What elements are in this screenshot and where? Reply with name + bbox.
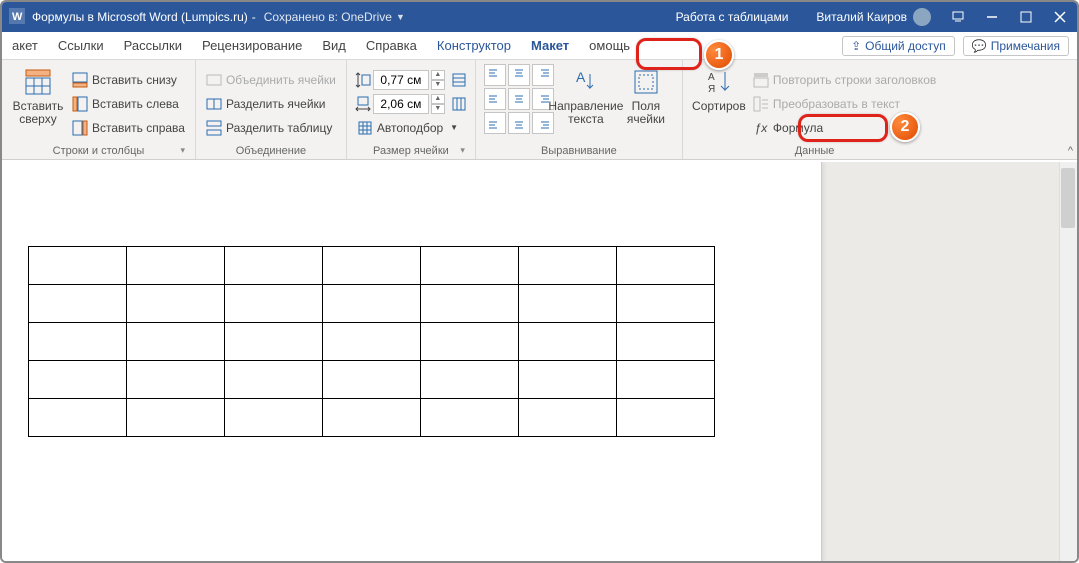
vertical-scrollbar[interactable]	[1059, 162, 1077, 561]
tab-table-layout[interactable]: Макет	[521, 32, 579, 59]
text-direction-icon: A	[570, 66, 602, 98]
split-cells-button[interactable]: Разделить ячейки	[204, 93, 338, 115]
cell-margins-button[interactable]: Поля ячейки	[618, 64, 674, 143]
svg-text:Я: Я	[708, 84, 715, 95]
chevron-down-icon[interactable]: ▼	[396, 12, 405, 22]
sort-icon: AЯ	[703, 66, 735, 98]
svg-text:W: W	[12, 11, 23, 23]
align-mid-left[interactable]	[484, 88, 506, 110]
group-label-merge: Объединение	[204, 143, 338, 157]
insert-left-icon	[72, 96, 88, 112]
table-tools-context: Работа с таблицами	[662, 2, 803, 32]
group-data: AЯ Сортиров Повторить строки заголовков …	[683, 60, 946, 159]
tab-view[interactable]: Вид	[312, 32, 356, 59]
column-width-icon	[355, 96, 371, 112]
group-label-alignment: Выравнивание	[484, 143, 674, 157]
convert-icon	[753, 96, 769, 112]
minimize-button[interactable]	[975, 2, 1009, 32]
tab-page-layout-partial[interactable]: акет	[2, 32, 48, 59]
cell-margins-icon	[630, 66, 662, 98]
svg-text:A: A	[708, 72, 715, 83]
group-label-cell-size: Размер ячейки▾	[355, 143, 467, 157]
share-icon: ⇪	[851, 39, 861, 53]
align-bot-left[interactable]	[484, 112, 506, 134]
row-height-input[interactable]	[373, 70, 429, 90]
autofit-icon	[357, 120, 373, 136]
autofit-button[interactable]: Автоподбор▼	[355, 117, 467, 139]
split-table-button[interactable]: Разделить таблицу	[204, 117, 338, 139]
formula-button[interactable]: ƒxФормула	[751, 117, 938, 139]
width-spin-down[interactable]: ▼	[431, 104, 445, 114]
height-spin-down[interactable]: ▼	[431, 80, 445, 90]
insert-right-icon	[72, 120, 88, 136]
split-table-icon	[206, 120, 222, 136]
document-table[interactable]	[28, 246, 715, 437]
repeat-header-icon	[753, 72, 769, 88]
align-top-right[interactable]	[532, 64, 554, 86]
align-mid-center[interactable]	[508, 88, 530, 110]
distribute-rows-icon[interactable]	[451, 72, 467, 88]
repeat-header-button: Повторить строки заголовков	[751, 69, 938, 91]
dialog-launcher-icon[interactable]: ▾	[180, 145, 185, 156]
svg-text:A: A	[576, 69, 586, 85]
insert-right-button[interactable]: Вставить справа	[70, 117, 187, 139]
insert-left-button[interactable]: Вставить слева	[70, 93, 187, 115]
group-merge: Объединить ячейки Разделить ячейки Разде…	[196, 60, 347, 159]
tab-help[interactable]: Справка	[356, 32, 427, 59]
tab-links[interactable]: Ссылки	[48, 32, 114, 59]
close-button[interactable]	[1043, 2, 1077, 32]
row-height-icon	[355, 72, 371, 88]
dialog-launcher-icon[interactable]: ▾	[460, 145, 465, 156]
group-cell-size: ▲▼ ▲▼ Автоподбор▼ Размер ячейки▾	[347, 60, 476, 159]
align-bot-center[interactable]	[508, 112, 530, 134]
align-top-center[interactable]	[508, 64, 530, 86]
width-spin-up[interactable]: ▲	[431, 94, 445, 104]
height-spin-up[interactable]: ▲	[431, 70, 445, 80]
distribute-cols-icon[interactable]	[451, 96, 467, 112]
ribbon-tabs: акет Ссылки Рассылки Рецензирование Вид …	[2, 32, 1077, 60]
page[interactable]	[2, 162, 822, 561]
save-location[interactable]: Сохранено в: OneDrive	[264, 10, 392, 24]
title-bar: W Формулы в Microsoft Word (Lumpics.ru) …	[2, 2, 1077, 32]
align-top-left[interactable]	[484, 64, 506, 86]
insert-below-button[interactable]: Вставить снизу	[70, 69, 187, 91]
user-account[interactable]: Виталий Каиров	[816, 8, 931, 26]
tab-table-design[interactable]: Конструктор	[427, 32, 521, 59]
text-direction-button[interactable]: A Направление текста	[558, 64, 614, 143]
ribbon: Вставить сверху Вставить снизу Вставить …	[2, 60, 1077, 160]
merge-cells-button: Объединить ячейки	[204, 69, 338, 91]
sort-button[interactable]: AЯ Сортиров	[691, 64, 747, 143]
ribbon-options-button[interactable]	[941, 2, 975, 32]
convert-text-button: Преобразовать в текст	[751, 93, 938, 115]
comments-button[interactable]: 💬 Примечания	[963, 36, 1069, 56]
user-name: Виталий Каиров	[816, 10, 907, 24]
group-rows-columns: Вставить сверху Вставить снизу Вставить …	[2, 60, 196, 159]
share-button[interactable]: ⇪ Общий доступ	[842, 36, 955, 56]
tab-review[interactable]: Рецензирование	[192, 32, 312, 59]
formula-icon: ƒx	[753, 120, 769, 136]
tab-mailings[interactable]: Рассылки	[114, 32, 192, 59]
scroll-thumb[interactable]	[1061, 168, 1075, 228]
column-width-input[interactable]	[373, 94, 429, 114]
group-label-rows-columns: Строки и столбцы▾	[10, 143, 187, 157]
avatar	[913, 8, 931, 26]
tab-tell-me-partial[interactable]: омощь	[579, 32, 640, 59]
insert-above-icon	[22, 66, 54, 98]
document-canvas	[2, 162, 1077, 561]
insert-above-button[interactable]: Вставить сверху	[10, 64, 66, 143]
chevron-down-icon: ▼	[450, 123, 458, 132]
document-title: Формулы в Microsoft Word (Lumpics.ru)	[32, 10, 248, 24]
insert-below-icon	[72, 72, 88, 88]
group-alignment: A Направление текста Поля ячейки Выравни…	[476, 60, 683, 159]
merge-icon	[206, 72, 222, 88]
word-icon: W	[2, 8, 32, 27]
split-cells-icon	[206, 96, 222, 112]
comment-icon: 💬	[972, 39, 987, 53]
maximize-button[interactable]	[1009, 2, 1043, 32]
collapse-ribbon-icon[interactable]: ^	[1068, 145, 1073, 157]
alignment-grid	[484, 64, 554, 143]
group-label-data: Данные	[691, 143, 938, 157]
